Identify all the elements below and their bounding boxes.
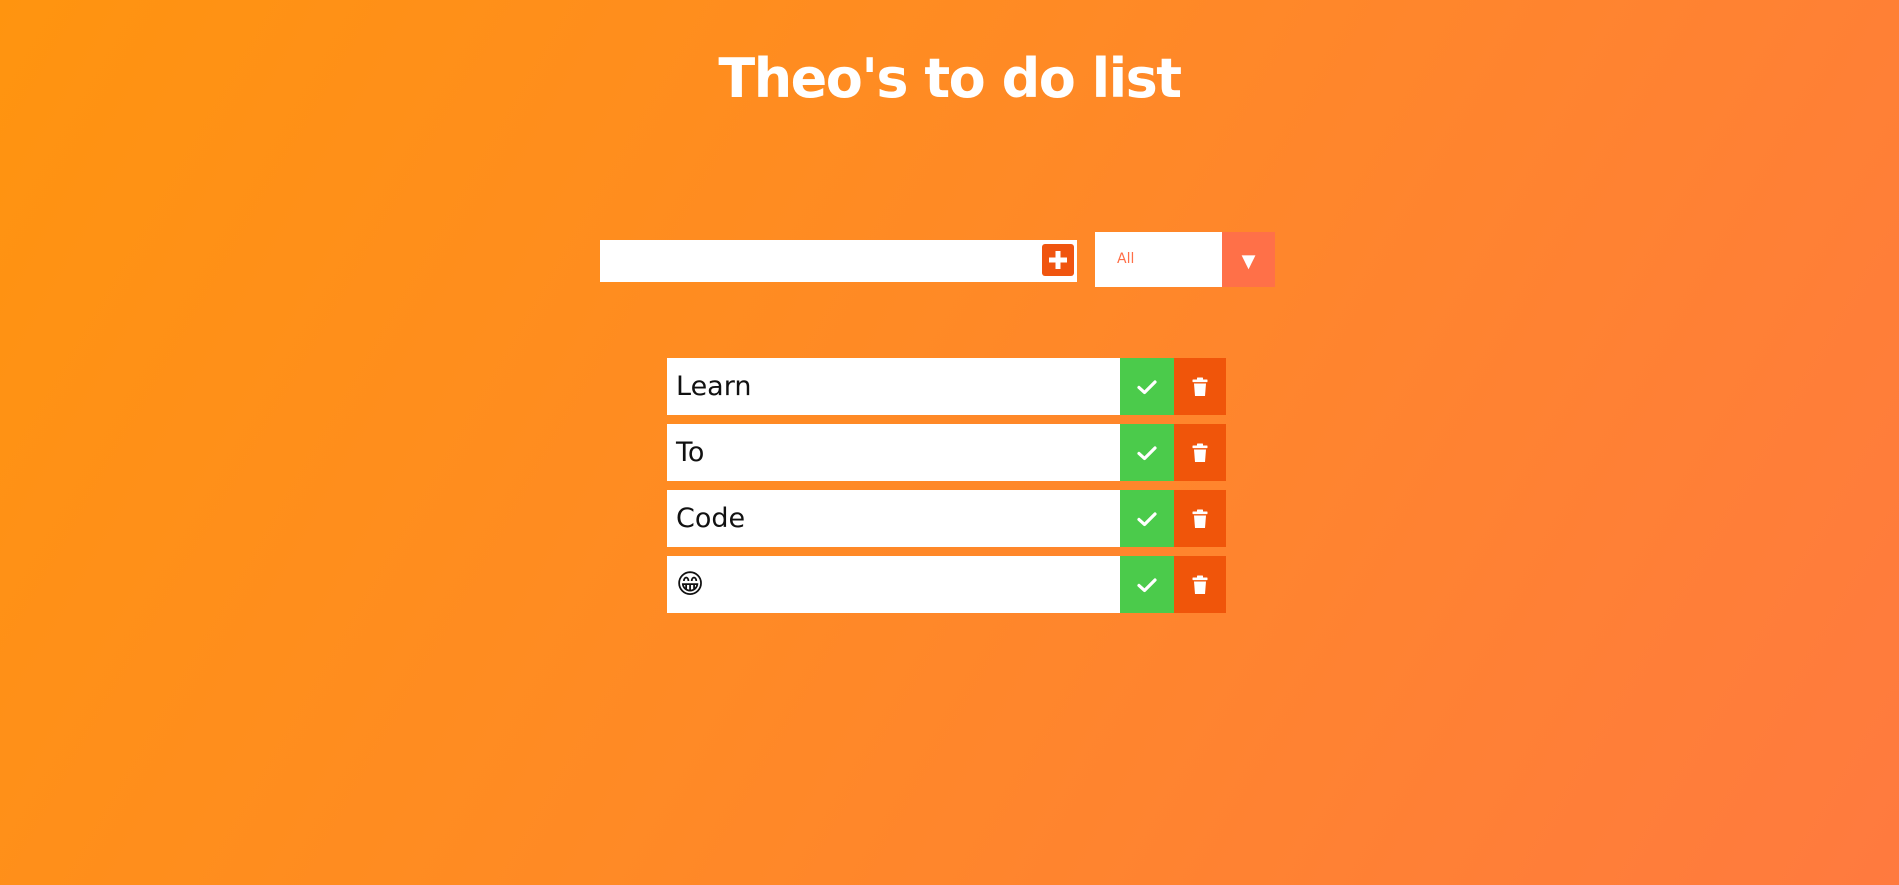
- trash-icon: [1192, 575, 1208, 595]
- todo-item-text: 😁: [676, 569, 705, 600]
- check-icon: [1137, 577, 1157, 593]
- trash-icon: [1192, 443, 1208, 463]
- add-todo-button[interactable]: [1042, 244, 1074, 276]
- complete-button[interactable]: [1120, 490, 1174, 547]
- todo-input-wrapper: [600, 240, 1077, 282]
- check-icon: [1137, 511, 1157, 527]
- todo-form: All ▼: [600, 232, 1276, 288]
- trash-icon: [1192, 377, 1208, 397]
- check-icon: [1137, 379, 1157, 395]
- plus-icon: [1047, 249, 1069, 271]
- todo-item: Learn: [667, 358, 1226, 415]
- todo-input[interactable]: [600, 240, 1030, 282]
- trash-button[interactable]: [1174, 490, 1226, 547]
- check-icon: [1137, 445, 1157, 461]
- todo-item: 😁: [667, 556, 1226, 613]
- filter-select[interactable]: All ▼: [1095, 232, 1275, 287]
- complete-button[interactable]: [1120, 424, 1174, 481]
- dropdown-triangle-icon[interactable]: ▼: [1222, 232, 1275, 287]
- trash-button[interactable]: [1174, 358, 1226, 415]
- trash-icon: [1192, 509, 1208, 529]
- page-title: Theo's to do list: [718, 47, 1182, 110]
- todo-item-text: Learn: [676, 371, 752, 402]
- todo-item-text: To: [676, 437, 705, 468]
- todo-item: Code: [667, 490, 1226, 547]
- todo-list: Learn To Code 😁: [667, 358, 1226, 622]
- todo-item-text: Code: [676, 503, 746, 534]
- filter-selected-value: All: [1117, 251, 1135, 267]
- todo-item: To: [667, 424, 1226, 481]
- trash-button[interactable]: [1174, 424, 1226, 481]
- trash-button[interactable]: [1174, 556, 1226, 613]
- complete-button[interactable]: [1120, 556, 1174, 613]
- complete-button[interactable]: [1120, 358, 1174, 415]
